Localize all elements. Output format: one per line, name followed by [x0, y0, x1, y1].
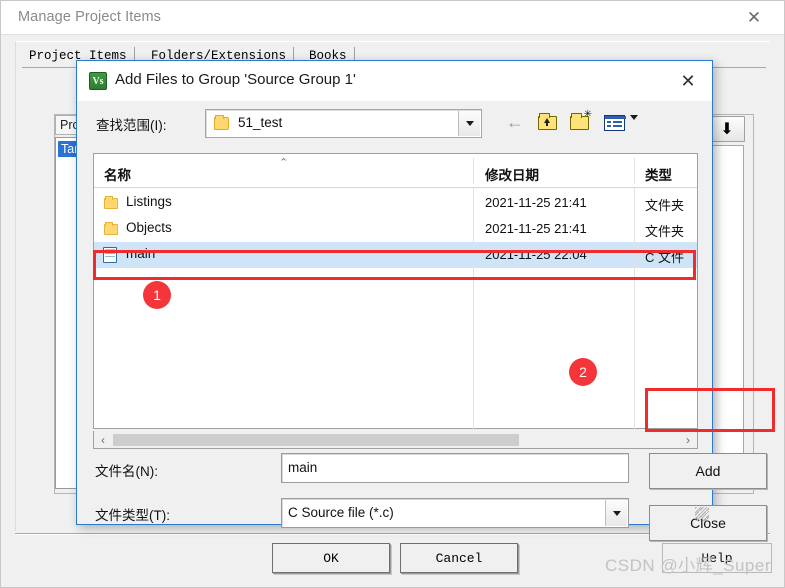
- look-in-combobox[interactable]: 51_test: [205, 109, 482, 138]
- file-name-label: 文件名(N):: [95, 464, 158, 479]
- dialog-close-icon[interactable]: ✕: [676, 70, 700, 92]
- file-type: 文件夹: [645, 198, 685, 213]
- add-files-dialog: Vs Add Files to Group 'Source Group 1' ✕…: [76, 60, 767, 541]
- file-date: 2021-11-25 21:41: [485, 195, 587, 210]
- file-date: 2021-11-25 22:04: [485, 247, 587, 262]
- new-folder-icon[interactable]: ✳: [570, 110, 592, 130]
- table-row[interactable]: Listings 2021-11-25 21:41 文件夹: [94, 190, 697, 216]
- scroll-left-icon[interactable]: ‹: [94, 431, 112, 448]
- scrollbar-thumb[interactable]: [113, 434, 519, 446]
- move-down-button[interactable]: ⬇: [709, 116, 745, 142]
- up-one-level-icon[interactable]: [538, 113, 558, 130]
- folder-icon: [104, 196, 118, 209]
- look-in-value: 51_test: [238, 115, 283, 130]
- sort-ascending-icon: ⌃: [279, 157, 289, 169]
- add-button[interactable]: Add: [649, 453, 767, 489]
- dialog-title: Add Files to Group 'Source Group 1': [115, 71, 356, 88]
- dialog-titlebar: Vs Add Files to Group 'Source Group 1' ✕: [77, 61, 712, 101]
- look-in-row: 查找范围(I): 51_test ← ✳: [77, 101, 712, 147]
- column-header-type[interactable]: 类型: [645, 164, 672, 184]
- table-row-selected[interactable]: main 2021-11-25 22:04 C 文件: [94, 242, 697, 268]
- column-divider[interactable]: [473, 158, 474, 184]
- page-title: Manage Project Items: [18, 9, 162, 25]
- file-type: C 文件: [645, 250, 685, 265]
- ok-button[interactable]: OK: [272, 543, 390, 573]
- back-icon[interactable]: ←: [506, 113, 524, 131]
- c-file-icon: [103, 247, 117, 263]
- close-icon[interactable]: ✕: [734, 5, 774, 31]
- table-row[interactable]: Objects 2021-11-25 21:41 文件夹: [94, 216, 697, 242]
- views-icon[interactable]: [604, 113, 626, 131]
- file-name-value: main: [288, 460, 318, 475]
- step-badge-2: 2: [569, 358, 597, 386]
- file-list-header: 名称 修改日期 类型 ⌃: [94, 154, 697, 188]
- look-in-label: 查找范围(I):: [96, 118, 167, 133]
- step-badge-1: 1: [143, 281, 171, 309]
- chevron-down-icon[interactable]: [605, 500, 627, 526]
- file-date: 2021-11-25 21:41: [485, 221, 587, 236]
- folder-icon: [214, 115, 229, 130]
- column-header-date[interactable]: 修改日期: [485, 164, 539, 184]
- watermark: CSDN @小辉_Super: [605, 556, 771, 575]
- horizontal-scrollbar[interactable]: ‹ ›: [93, 431, 698, 449]
- manage-window-titlebar: Manage Project Items ✕: [1, 1, 784, 35]
- folder-icon: [104, 222, 118, 235]
- column-divider: [634, 188, 635, 430]
- file-type-combobox[interactable]: C Source file (*.c): [281, 498, 629, 528]
- file-list[interactable]: 名称 修改日期 类型 ⌃ Listings 2021-11-25 21:41 文…: [93, 153, 698, 430]
- project-files-list[interactable]: [708, 145, 744, 489]
- uvision-app-icon: Vs: [89, 72, 107, 90]
- views-chevron-down-icon[interactable]: [630, 115, 638, 138]
- cancel-button[interactable]: Cancel: [400, 543, 518, 573]
- file-type-value: C Source file (*.c): [288, 505, 394, 520]
- file-type-label: 文件类型(T):: [95, 508, 170, 523]
- scroll-right-icon[interactable]: ›: [679, 431, 697, 448]
- column-divider[interactable]: [634, 158, 635, 184]
- column-divider: [473, 188, 474, 430]
- file-type: 文件夹: [645, 224, 685, 239]
- file-name: Objects: [126, 220, 172, 235]
- chevron-down-icon[interactable]: [458, 111, 480, 136]
- file-name-input[interactable]: main: [281, 453, 629, 483]
- column-header-name[interactable]: 名称: [104, 164, 131, 184]
- file-name: main: [126, 246, 156, 261]
- file-name: Listings: [126, 194, 172, 209]
- resize-grip[interactable]: [695, 507, 709, 521]
